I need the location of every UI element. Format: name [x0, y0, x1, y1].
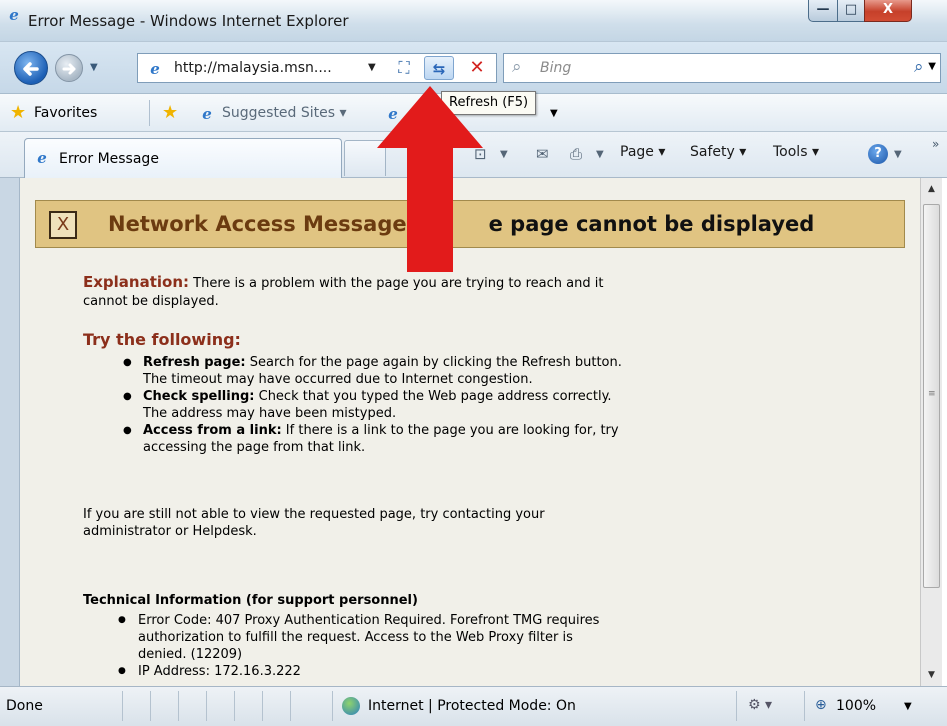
- help-icon[interactable]: ?: [868, 144, 888, 164]
- chevron-more-icon[interactable]: »: [932, 137, 939, 151]
- divider: [150, 691, 151, 721]
- page-menu[interactable]: Page ▾: [620, 144, 665, 160]
- tools-menu[interactable]: Tools ▾: [773, 144, 819, 160]
- technical-info-list: Error Code: 407 Proxy Authentication Req…: [118, 612, 618, 680]
- divider: [149, 100, 150, 126]
- print-dropdown-icon[interactable]: ▼: [596, 149, 604, 160]
- security-zone-text[interactable]: Internet | Protected Mode: On: [368, 698, 576, 714]
- address-dropdown-icon[interactable]: ▼: [368, 62, 376, 73]
- add-to-favorites-bar-icon[interactable]: ★: [162, 102, 178, 123]
- scroll-down-arrow-icon[interactable]: ▼: [921, 664, 942, 686]
- address-bar[interactable]: e http://malaysia.msn.... ▼ ⛶ ⇆ ✕: [137, 53, 497, 83]
- list-item: Error Code: 407 Proxy Authentication Req…: [118, 612, 618, 663]
- vertical-scrollbar[interactable]: ▲ ≡ ▼: [920, 178, 942, 686]
- close-icon: X: [882, 2, 894, 17]
- favorites-star-icon[interactable]: ★: [10, 102, 26, 123]
- tab-label: Error Message: [59, 151, 159, 167]
- stop-icon[interactable]: ✕: [464, 56, 490, 80]
- divider: [234, 691, 235, 721]
- feeds-dropdown-icon[interactable]: ▼: [500, 149, 508, 160]
- divider: [804, 691, 805, 721]
- divider: [736, 691, 737, 721]
- error-x-icon: X: [49, 211, 77, 239]
- mail-icon[interactable]: ✉: [536, 145, 549, 163]
- maximize-icon: □: [844, 2, 858, 17]
- scroll-grip-icon: ≡: [928, 389, 936, 399]
- print-icon[interactable]: ⎙: [570, 145, 582, 163]
- try-heading: Try the following:: [83, 330, 241, 349]
- suggestion-title: Check spelling:: [143, 389, 255, 404]
- status-bar: Done Internet | Protected Mode: On ⚙ ▾ ⊕…: [0, 686, 947, 726]
- status-text: Done: [6, 698, 43, 714]
- title-bar: e Error Message - Windows Internet Explo…: [0, 0, 947, 42]
- recent-pages-dropdown-icon[interactable]: ▼: [90, 62, 98, 73]
- zoom-level[interactable]: 100%: [836, 698, 876, 714]
- list-item: Check spelling: Check that you typed the…: [123, 388, 623, 422]
- page-ie-icon: e: [150, 60, 160, 78]
- search-icon[interactable]: ⌕: [914, 57, 924, 77]
- favorites-button[interactable]: Favorites: [34, 105, 97, 121]
- back-button[interactable]: [14, 51, 48, 85]
- banner-title-prefix: Network Access Message: [108, 212, 407, 236]
- forward-arrow-icon: [62, 63, 76, 75]
- suggested-sites-ie-icon: e: [202, 105, 212, 123]
- back-arrow-icon: [23, 62, 39, 76]
- list-item: IP Address: 172.16.3.222: [118, 663, 618, 680]
- scroll-thumb[interactable]: ≡: [923, 204, 940, 588]
- scroll-up-arrow-icon[interactable]: ▲: [921, 178, 942, 200]
- divider: [178, 691, 179, 721]
- web-slice-dropdown-icon[interactable]: ▼: [550, 108, 558, 119]
- divider: [262, 691, 263, 721]
- suggestion-title: Refresh page:: [143, 355, 246, 370]
- list-item: Access from a link: If there is a link t…: [123, 422, 623, 456]
- zoom-dropdown-icon[interactable]: ▼: [904, 701, 912, 712]
- close-window-button[interactable]: X: [864, 0, 912, 22]
- technical-info-heading: Technical Information (for support perso…: [83, 593, 418, 608]
- explanation-label: Explanation:: [83, 273, 190, 291]
- search-box[interactable]: ⌕ Bing ⌕ ▼: [503, 53, 941, 83]
- contact-admin-text: If you are still not able to view the re…: [83, 507, 545, 539]
- ie-logo-icon: e: [9, 6, 19, 24]
- divider: [206, 691, 207, 721]
- explanation: Explanation: There is a problem with the…: [83, 273, 623, 311]
- suggestions-list: Refresh page: Search for the page again …: [123, 354, 623, 456]
- help-dropdown-icon[interactable]: ▼: [894, 149, 902, 160]
- window-left-edge: [0, 178, 20, 686]
- divider: [332, 691, 333, 721]
- refresh-icon[interactable]: ⇆: [424, 56, 454, 80]
- tab-ie-icon: e: [37, 149, 47, 167]
- address-url[interactable]: http://malaysia.msn....: [174, 60, 332, 76]
- list-item: Refresh page: Search for the page again …: [123, 354, 623, 388]
- compatibility-view-icon[interactable]: ⛶: [390, 56, 418, 80]
- search-input[interactable]: Bing: [540, 60, 571, 76]
- zoom-icon[interactable]: ⊕: [815, 697, 827, 713]
- red-arrow-annotation-icon: [377, 86, 483, 272]
- window-title: Error Message - Windows Internet Explore…: [28, 12, 349, 30]
- maximize-button[interactable]: □: [837, 0, 865, 22]
- banner-title-suffix: e page cannot be displayed: [488, 212, 815, 236]
- minimize-button[interactable]: —: [808, 0, 838, 22]
- tab-error-message[interactable]: e Error Message: [24, 138, 342, 178]
- suggested-sites-link[interactable]: Suggested Sites ▾: [222, 105, 347, 121]
- add-ons-icon[interactable]: ⚙ ▾: [748, 697, 772, 713]
- divider: [290, 691, 291, 721]
- forward-button[interactable]: [55, 54, 83, 82]
- minimize-icon: —: [816, 2, 830, 17]
- search-options-dropdown-icon[interactable]: ▼: [928, 61, 936, 72]
- search-provider-icon: ⌕: [512, 57, 522, 77]
- divider: [122, 691, 123, 721]
- suggestion-title: Access from a link:: [143, 423, 282, 438]
- internet-zone-icon: [342, 697, 360, 715]
- safety-menu[interactable]: Safety ▾: [690, 144, 746, 160]
